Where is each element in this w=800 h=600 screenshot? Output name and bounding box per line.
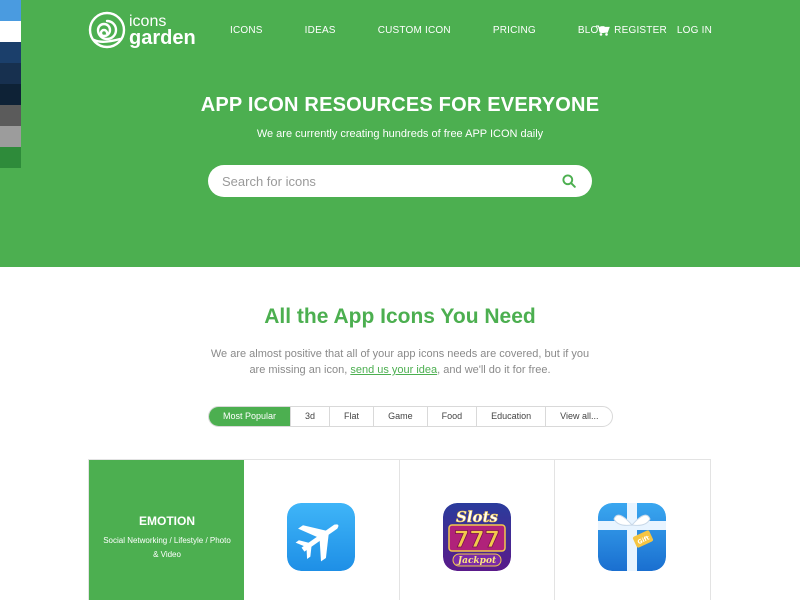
cart-icon[interactable] [596,25,610,36]
register-link[interactable]: REGISTER [614,25,667,36]
hero-subtitle: We are currently creating hundreds of fr… [256,128,544,140]
nav-custom-icon[interactable]: CUSTOM ICON [378,25,451,36]
site-logo[interactable]: icons garden [88,11,196,49]
filter-most-popular[interactable]: Most Popular [209,407,292,426]
search-input[interactable] [222,165,542,197]
color-swatch[interactable] [0,126,21,147]
category-title: EMOTION [139,514,195,528]
category-description: Social Networking / Lifestyle / Photo & … [103,536,231,559]
search-bar [208,165,592,197]
category-tile-emotion[interactable]: EMOTION Social Networking / Lifestyle / … [89,460,245,600]
filter-education[interactable]: Education [477,407,547,426]
icon-tile[interactable] [244,460,400,600]
jackpot-label: Jackpot [455,556,496,566]
section-description: We are almost positive that all of your … [205,346,595,378]
filter-game[interactable]: Game [374,407,428,426]
color-swatch[interactable] [0,42,21,63]
icon-grid: EMOTION Social Networking / Lifestyle / … [88,459,711,600]
snail-logo-icon [88,11,126,49]
filter-food[interactable]: Food [428,407,478,426]
sevens-label: 777 [454,528,500,553]
color-swatch[interactable] [0,147,21,168]
nav-ideas[interactable]: IDEAS [305,25,336,36]
gift-box-app-icon[interactable]: Gift [597,503,666,571]
filter-flat[interactable]: Flat [330,407,375,426]
filter-3d[interactable]: 3d [291,407,331,426]
logo-wordmark: icons garden [129,14,196,49]
nav-pricing[interactable]: PRICING [493,25,536,36]
search-icon[interactable] [562,174,576,188]
category-filter-bar: Most Popular 3d Flat Game Food Education… [208,406,614,427]
color-swatch-strip [0,0,21,168]
login-link[interactable]: LOG IN [677,25,712,36]
account-nav: REGISTER LOG IN [596,25,712,36]
logo-line-2: garden [129,27,196,49]
hero-title: APP ICON RESOURCES FOR EVERYONE [200,94,600,116]
color-swatch[interactable] [0,63,21,84]
icon-tile[interactable]: Gift [555,460,710,600]
filter-view-all[interactable]: View all... [546,407,612,426]
slots-label: Slots [456,508,498,526]
slots-jackpot-app-icon[interactable]: Slots 777 Jackpot [442,503,511,571]
color-swatch[interactable] [0,105,21,126]
send-idea-link[interactable]: send us your idea [350,364,437,376]
description-text-end: , and we'll do it for free. [437,364,551,376]
color-swatch[interactable] [0,0,21,21]
color-swatch[interactable] [0,21,21,42]
section-title: All the App Icons You Need [264,305,536,328]
hero-section: icons garden ICONS IDEAS CUSTOM ICON PRI… [0,0,800,267]
icon-tile[interactable]: Slots 777 Jackpot [400,460,555,600]
airplane-app-icon[interactable] [287,503,356,571]
color-swatch[interactable] [0,84,21,105]
nav-icons[interactable]: ICONS [230,25,263,36]
top-nav: icons garden ICONS IDEAS CUSTOM ICON PRI… [0,0,800,62]
main-nav: ICONS IDEAS CUSTOM ICON PRICING BLOG [230,25,649,36]
